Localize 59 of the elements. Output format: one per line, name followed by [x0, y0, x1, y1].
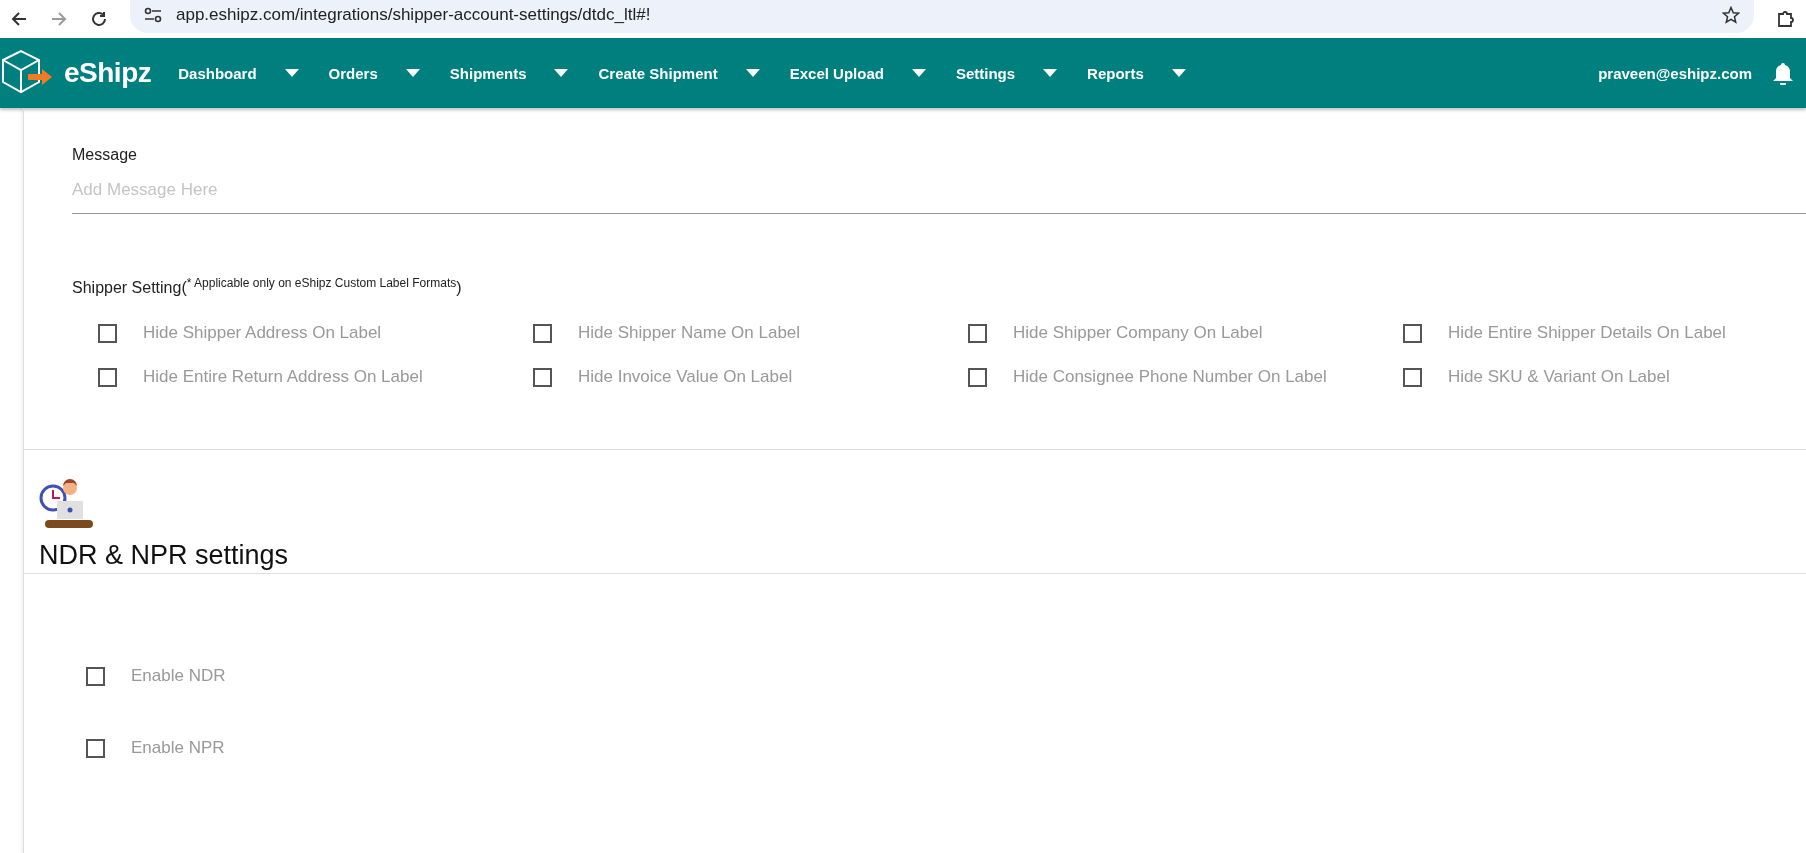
checkbox-option[interactable]: Hide Entire Return Address On Label	[98, 367, 533, 387]
message-input[interactable]: Add Message Here	[72, 168, 1806, 214]
brand-name: eShipz	[64, 57, 152, 89]
checkbox[interactable]	[1403, 323, 1422, 343]
site-settings-icon[interactable]	[144, 7, 162, 23]
star-icon[interactable]	[1722, 6, 1740, 24]
option-label: Hide Shipper Address On Label	[143, 323, 382, 343]
option-label: Hide Invoice Value On Label	[578, 367, 793, 387]
option-label: Enable NDR	[131, 666, 226, 686]
caret-icon	[1171, 69, 1186, 77]
nav-menu-item[interactable]: Create Shipment	[598, 64, 760, 82]
option-label: Hide Shipper Company On Label	[1013, 323, 1263, 343]
option-label: Hide Consignee Phone Number On Label	[1013, 367, 1327, 387]
checkbox-option[interactable]: Hide Entire Shipper Details On Label	[1403, 323, 1806, 343]
option-label: Hide SKU & Variant On Label	[1448, 367, 1670, 387]
caret-icon	[1043, 69, 1058, 77]
nav-menu-item[interactable]: Orders	[328, 64, 420, 82]
extensions-icon[interactable]	[1776, 9, 1796, 29]
caret-icon	[554, 69, 569, 77]
address-bar[interactable]: app.eshipz.com/integrations/shipper-account-settings/dtdc_ltl#!	[130, 0, 1754, 33]
nav-menu-item[interactable]: Excel Upload	[789, 64, 926, 82]
url-text: app.eshipz.com/integrations/shipper-account-settings/dtdc_ltl#!	[176, 5, 652, 25]
checkbox[interactable]	[86, 738, 105, 758]
user-email[interactable]: praveen@eshipz.com	[1598, 64, 1752, 82]
checkbox[interactable]	[98, 367, 117, 387]
checkbox-option[interactable]: Hide Shipper Address On Label	[98, 323, 533, 343]
checkbox-option[interactable]: Enable NPR	[86, 738, 1806, 758]
checkbox-option[interactable]: Hide Invoice Value On Label	[533, 367, 968, 387]
option-label: Enable NPR	[131, 738, 225, 758]
checkbox-option[interactable]: Hide Shipper Name On Label	[533, 323, 968, 343]
option-label: Hide Shipper Name On Label	[578, 323, 801, 343]
checkbox-option[interactable]: Enable NDR	[86, 666, 1806, 686]
nav-menu-item[interactable]: Settings	[955, 64, 1058, 82]
bell-icon[interactable]	[1772, 61, 1794, 85]
checkbox-option[interactable]: Hide Shipper Company On Label	[968, 323, 1403, 343]
back-button[interactable]	[10, 10, 28, 28]
section-title: Shipper Setting($^{* Applicable only on eShipz Custom Label Formats}$)	[72, 276, 463, 297]
nav-menu-item[interactable]: Dashboard	[178, 64, 299, 82]
checkbox-option[interactable]: Hide Consignee Phone Number On Label	[968, 367, 1403, 387]
caret-icon	[911, 69, 926, 77]
checkbox[interactable]	[968, 323, 987, 343]
checkbox[interactable]	[1403, 367, 1422, 387]
field-label: Message	[72, 146, 138, 164]
option-label: Hide Entire Return Address On Label	[143, 367, 423, 387]
checkbox-option[interactable]: Hide SKU & Variant On Label	[1403, 367, 1806, 387]
nav-menu-item[interactable]: Reports	[1087, 64, 1186, 82]
nav-menu-item[interactable]: Shipments	[449, 64, 569, 82]
caret-icon	[405, 69, 420, 77]
caret-icon	[284, 69, 299, 77]
checkbox[interactable]	[86, 666, 105, 686]
checkbox[interactable]	[968, 367, 987, 387]
option-label: Hide Entire Shipper Details On Label	[1448, 323, 1726, 343]
reload-button[interactable]	[90, 10, 108, 28]
checkbox[interactable]	[98, 323, 117, 343]
forward-button[interactable]	[50, 10, 68, 28]
checkbox[interactable]	[533, 367, 552, 387]
caret-icon	[745, 69, 760, 77]
checkbox[interactable]	[533, 323, 552, 343]
section-heading: NDR & NPR settings	[39, 540, 290, 572]
